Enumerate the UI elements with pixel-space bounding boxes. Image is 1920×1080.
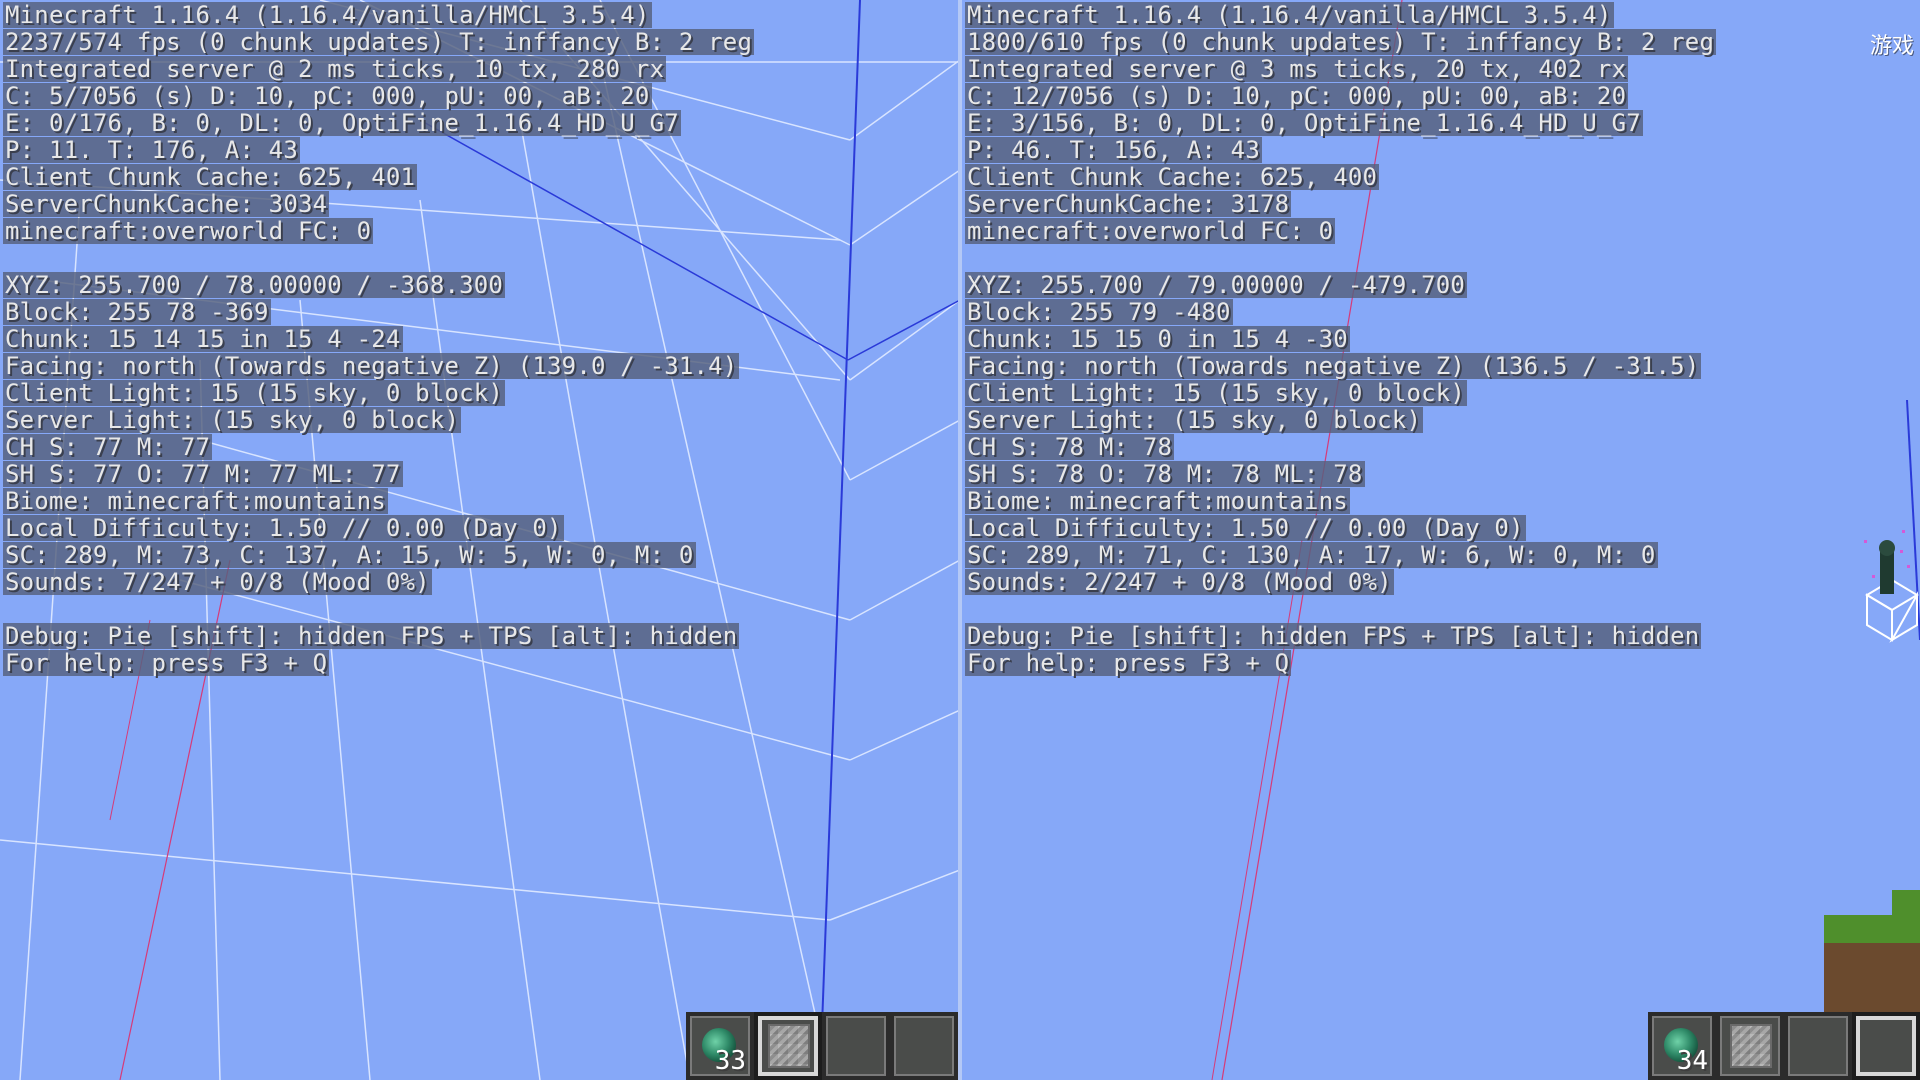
ime-mode-indicator: 游戏 [1869, 34, 1914, 59]
debug-line: Local Difficulty: 1.50 // 0.00 (Day 0) [965, 514, 1526, 542]
left-player-view: Minecraft 1.16.4 (1.16.4/vanilla/HMCL 3.… [0, 0, 960, 1080]
debug-line: Debug: Pie [shift]: hidden FPS + TPS [al… [3, 622, 740, 650]
hotbar-slot-empty-selected[interactable] [1852, 1012, 1920, 1080]
debug-line: XYZ: 255.700 / 79.00000 / -479.700 [965, 271, 1468, 299]
debug-line: E: 3/156, B: 0, DL: 0, OptiFine_1.16.4_H… [965, 109, 1643, 137]
debug-line: minecraft:overworld FC: 0 [965, 217, 1336, 245]
debug-line: Block: 255 78 -369 [3, 298, 271, 326]
debug-line: For help: press F3 + Q [3, 649, 330, 677]
hotbar-slot-empty[interactable] [890, 1012, 958, 1080]
debug-line: Minecraft 1.16.4 (1.16.4/vanilla/HMCL 3.… [3, 1, 652, 29]
debug-line: E: 0/176, B: 0, DL: 0, OptiFine_1.16.4_H… [3, 109, 681, 137]
debug-line: Integrated server @ 2 ms ticks, 10 tx, 2… [3, 55, 667, 83]
debug-line: Facing: north (Towards negative Z) (136.… [965, 352, 1702, 380]
debug-line: Chunk: 15 15 0 in 15 4 -30 [965, 325, 1350, 353]
debug-line: Client Light: 15 (15 sky, 0 block) [965, 379, 1468, 407]
debug-overlay-right: Minecraft 1.16.4 (1.16.4/vanilla/HMCL 3.… [965, 1, 1717, 677]
debug-line: Facing: north (Towards negative Z) (139.… [3, 352, 740, 380]
debug-line: P: 46. T: 156, A: 43 [965, 136, 1262, 164]
debug-line: Client Chunk Cache: 625, 400 [965, 163, 1380, 191]
debug-line: Local Difficulty: 1.50 // 0.00 (Day 0) [3, 514, 564, 542]
item-count: 34 [1676, 1046, 1708, 1076]
debug-line: 1800/610 fps (0 chunk updates) T: inffan… [965, 28, 1717, 56]
debug-line: P: 11. T: 176, A: 43 [3, 136, 300, 164]
debug-line: Debug: Pie [shift]: hidden FPS + TPS [al… [965, 622, 1702, 650]
debug-line: minecraft:overworld FC: 0 [3, 217, 374, 245]
debug-line: Biome: minecraft:mountains [965, 487, 1350, 515]
debug-line: SH S: 77 O: 77 M: 77 ML: 77 [3, 460, 403, 488]
debug-line: For help: press F3 + Q [965, 649, 1292, 677]
debug-line: Biome: minecraft:mountains [3, 487, 388, 515]
debug-line-gap [965, 245, 1716, 272]
hotbar-slot-stone[interactable] [1716, 1012, 1784, 1080]
hotbar-right: 34 [1648, 1012, 1920, 1080]
hotbar-left: 33 [686, 1012, 960, 1080]
debug-line-gap [965, 596, 1716, 623]
debug-line: Server Light: (15 sky, 0 block) [3, 406, 462, 434]
debug-line: Server Light: (15 sky, 0 block) [965, 406, 1424, 434]
debug-line-gap [3, 245, 754, 272]
hotbar-slot-empty[interactable] [822, 1012, 890, 1080]
debug-overlay-left: Minecraft 1.16.4 (1.16.4/vanilla/HMCL 3.… [3, 1, 755, 677]
debug-line: SC: 289, M: 71, C: 130, A: 17, W: 6, W: … [965, 541, 1658, 569]
debug-line: Integrated server @ 3 ms ticks, 20 tx, 4… [965, 55, 1629, 83]
debug-line: ServerChunkCache: 3178 [965, 190, 1292, 218]
hotbar-slot-ender-pearl[interactable]: 33 [686, 1012, 754, 1080]
item-count: 33 [714, 1046, 746, 1076]
debug-line: C: 12/7056 (s) D: 10, pC: 000, pU: 00, a… [965, 82, 1629, 110]
debug-line: CH S: 77 M: 77 [3, 433, 213, 461]
debug-line: Sounds: 2/247 + 0/8 (Mood 0%) [965, 568, 1394, 596]
debug-line: XYZ: 255.700 / 78.00000 / -368.300 [3, 271, 506, 299]
debug-line-gap [3, 596, 754, 623]
stone-block-icon [1730, 1024, 1772, 1068]
debug-line: 2237/574 fps (0 chunk updates) T: inffan… [3, 28, 755, 56]
hotbar-slot-ender-pearl[interactable]: 34 [1648, 1012, 1716, 1080]
debug-line: Block: 255 79 -480 [965, 298, 1233, 326]
stone-block-icon [768, 1024, 810, 1068]
debug-line: ServerChunkCache: 3034 [3, 190, 330, 218]
hotbar-slot-stone-selected[interactable] [754, 1012, 822, 1080]
hotbar-slot-empty[interactable] [1784, 1012, 1852, 1080]
debug-line: Chunk: 15 14 15 in 15 4 -24 [3, 325, 403, 353]
debug-line: Client Light: 15 (15 sky, 0 block) [3, 379, 506, 407]
debug-line: CH S: 78 M: 78 [965, 433, 1175, 461]
debug-line: C: 5/7056 (s) D: 10, pC: 000, pU: 00, aB… [3, 82, 652, 110]
right-player-view: Minecraft 1.16.4 (1.16.4/vanilla/HMCL 3.… [962, 0, 1920, 1080]
debug-line: Client Chunk Cache: 625, 401 [3, 163, 418, 191]
debug-line: Sounds: 7/247 + 0/8 (Mood 0%) [3, 568, 432, 596]
debug-line: Minecraft 1.16.4 (1.16.4/vanilla/HMCL 3.… [965, 1, 1614, 29]
debug-line: SC: 289, M: 73, C: 137, A: 15, W: 5, W: … [3, 541, 696, 569]
debug-line: SH S: 78 O: 78 M: 78 ML: 78 [965, 460, 1365, 488]
